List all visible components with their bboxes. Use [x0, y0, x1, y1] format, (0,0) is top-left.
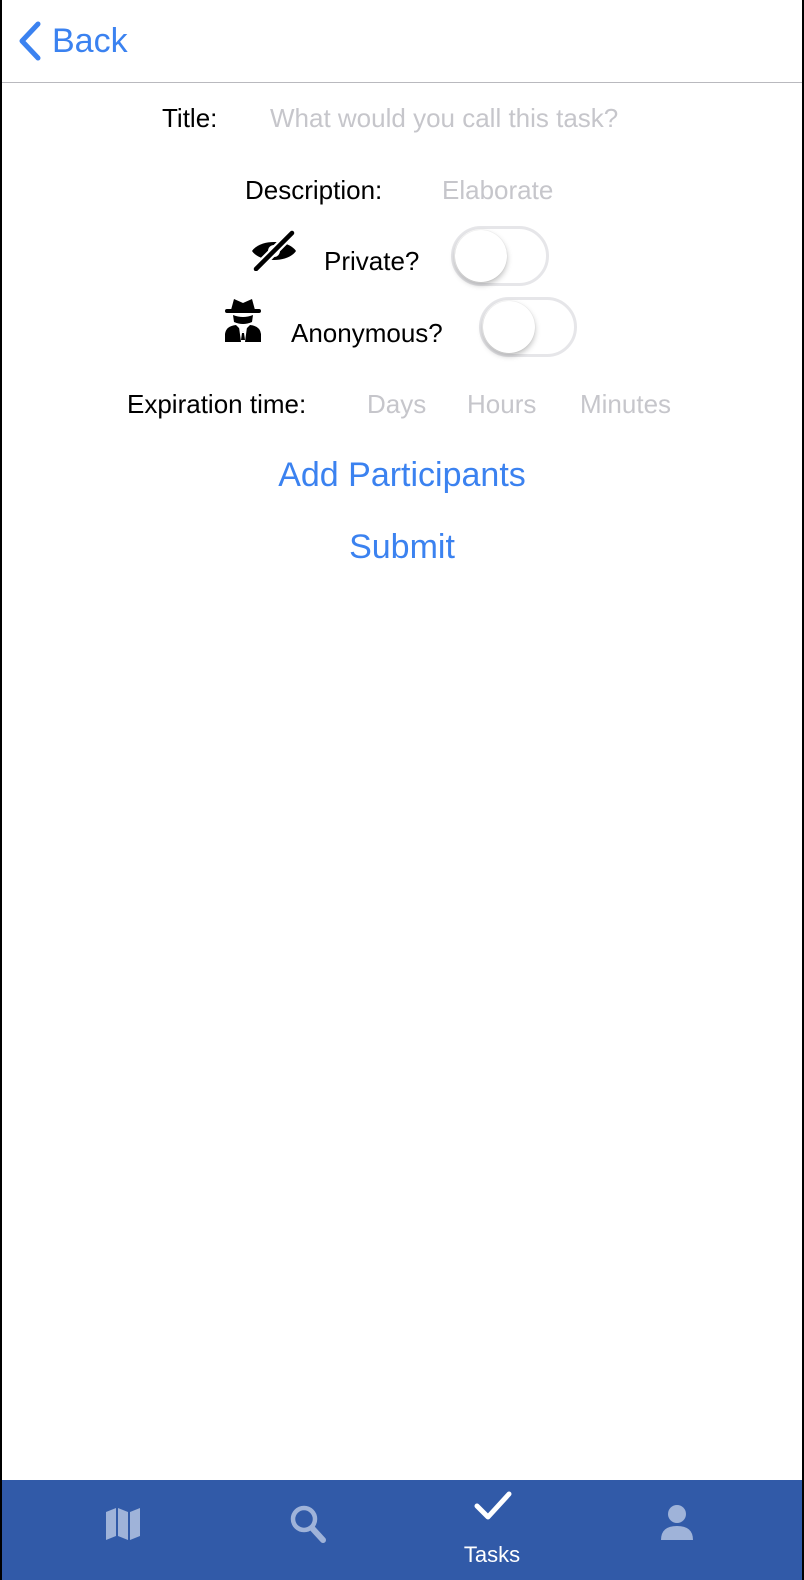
search-icon	[290, 1505, 326, 1543]
private-toggle[interactable]	[451, 226, 549, 286]
back-button[interactable]: Back	[16, 20, 128, 62]
spy-icon	[225, 299, 261, 342]
chevron-left-icon	[19, 21, 41, 61]
toggle-knob	[483, 301, 535, 353]
description-label: Description:	[245, 175, 383, 205]
map-icon	[106, 1508, 140, 1540]
profile-icon	[661, 1505, 693, 1540]
title-label: Title:	[162, 103, 218, 133]
days-input[interactable]: Days	[367, 389, 426, 420]
screen: Back Title: What would you call this tas…	[2, 0, 802, 1580]
checkmark-icon	[474, 1491, 512, 1520]
minutes-input[interactable]: Minutes	[580, 389, 671, 420]
tab-tasks-label: Tasks	[463, 1542, 521, 1567]
anonymous-toggle[interactable]	[479, 297, 577, 357]
tab-search[interactable]	[207, 1480, 407, 1580]
tab-bar: Tasks	[2, 1480, 802, 1580]
submit-button[interactable]: Submit	[2, 528, 802, 567]
tab-map[interactable]	[22, 1480, 222, 1580]
expiration-label: Expiration time:	[127, 389, 307, 419]
private-label: Private?	[324, 246, 420, 276]
description-input[interactable]: Elaborate	[442, 175, 553, 206]
tab-profile[interactable]	[577, 1480, 777, 1580]
anonymous-label: Anonymous?	[291, 318, 443, 348]
add-participants-button[interactable]: Add Participants	[2, 456, 802, 495]
hours-input[interactable]: Hours	[467, 389, 536, 420]
navigation-bar: Back	[2, 0, 802, 83]
tab-tasks[interactable]: Tasks	[392, 1480, 592, 1580]
toggle-knob	[455, 230, 507, 282]
eye-slash-icon	[251, 229, 297, 271]
back-label: Back	[52, 21, 128, 60]
title-input[interactable]: What would you call this task?	[270, 103, 618, 134]
